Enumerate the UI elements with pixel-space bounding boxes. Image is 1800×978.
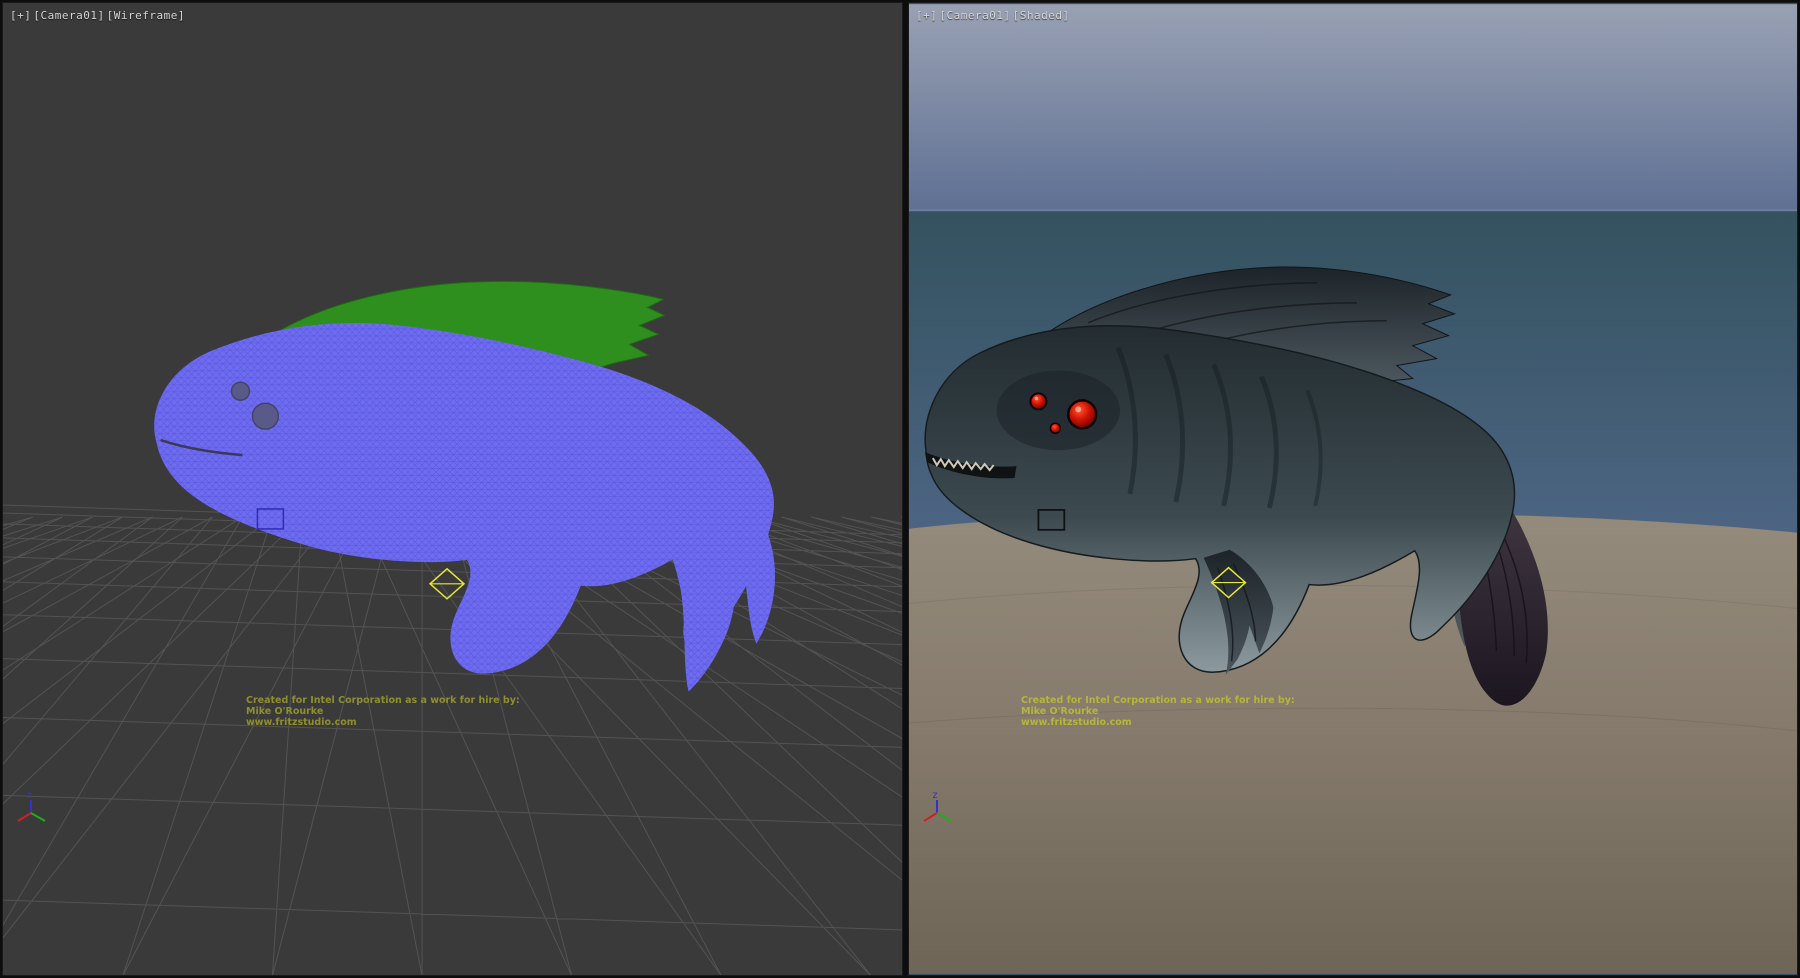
- watermark-line1: Created for Intel Corporation as a work …: [1021, 695, 1295, 706]
- viewport-menu-plus[interactable]: [+]: [916, 9, 937, 22]
- watermark-line3: www.fritzstudio.com: [246, 717, 520, 728]
- viewport-menu-shading[interactable]: [Shaded]: [1013, 9, 1070, 22]
- shaded-scene-canvas[interactable]: [909, 3, 1797, 975]
- fish-eye-large: [252, 403, 278, 429]
- fish-eye-socket-shadow: [997, 371, 1120, 451]
- viewport-wireframe[interactable]: [+][Camera01][Wireframe]: [2, 2, 903, 976]
- viewport-label-left: [+][Camera01][Wireframe]: [10, 9, 187, 22]
- watermark-line2: Mike O'Rourke: [1021, 706, 1295, 717]
- viewport-menu-shading[interactable]: [Wireframe]: [107, 9, 185, 22]
- viewport-menu-plus[interactable]: [+]: [10, 9, 31, 22]
- ground-plane: [909, 512, 1797, 974]
- viewport-menu-camera[interactable]: [Camera01]: [33, 9, 104, 22]
- watermark-right: Created for Intel Corporation as a work …: [1021, 695, 1295, 728]
- axis-tripod-icon: z: [15, 789, 55, 829]
- svg-text:z: z: [932, 790, 938, 801]
- fish-eye-small: [231, 382, 249, 400]
- viewport-label-right: [+][Camera01][Shaded]: [916, 9, 1072, 22]
- watermark-line3: www.fritzstudio.com: [1021, 717, 1295, 728]
- svg-text:z: z: [26, 790, 32, 801]
- wireframe-scene-canvas[interactable]: [3, 3, 903, 976]
- viewport-menu-camera[interactable]: [Camera01]: [939, 9, 1010, 22]
- watermark-line1: Created for Intel Corporation as a work …: [246, 695, 520, 706]
- sky-upper: [909, 4, 1797, 211]
- watermark-left: Created for Intel Corporation as a work …: [246, 695, 520, 728]
- fish-body-wireframe[interactable]: [154, 323, 774, 674]
- viewport-shaded[interactable]: [+][Camera01][Shaded]: [908, 2, 1798, 976]
- horizon-line: [909, 209, 1797, 211]
- axis-tripod-icon: z: [921, 789, 961, 829]
- watermark-line2: Mike O'Rourke: [246, 706, 520, 717]
